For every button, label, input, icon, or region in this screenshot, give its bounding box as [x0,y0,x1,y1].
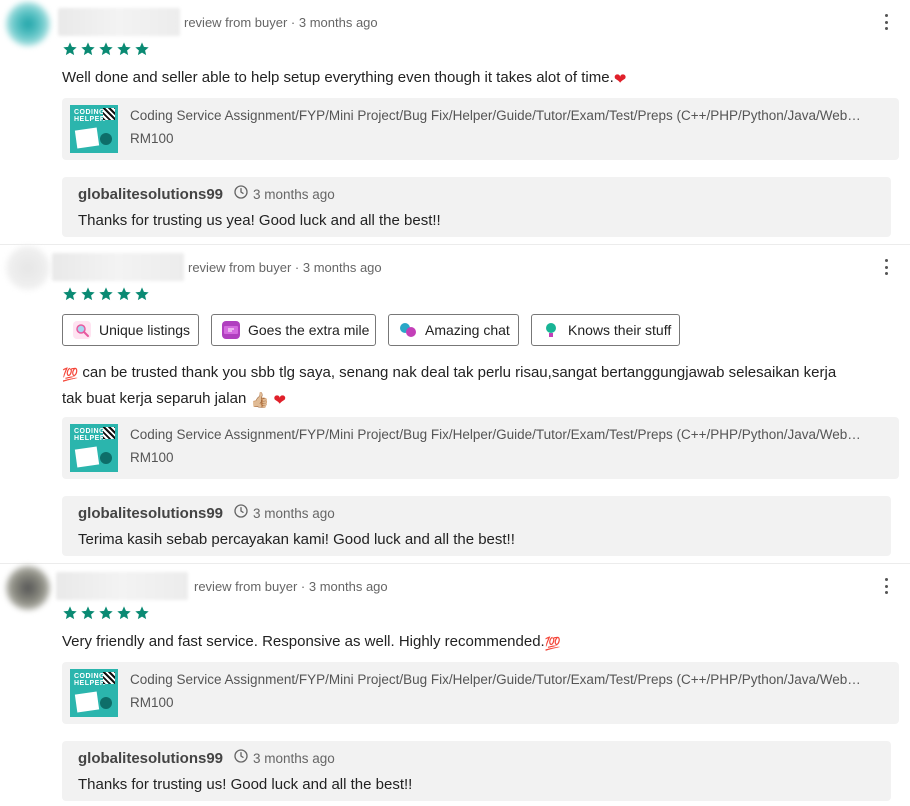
product-card[interactable]: CODING HELPER Coding Service Assignment/… [62,98,899,160]
seller-name[interactable]: globalitesolutions99 [78,505,223,522]
product-card[interactable]: CODING HELPER Coding Service Assignment/… [62,417,899,479]
star-rating [62,605,150,621]
hundred-emoji: 💯 [544,636,561,651]
star-icon [135,606,149,620]
review-meta: review from buyer · 3 months ago [184,15,378,30]
seller-reply: globalitesolutions99 3 months ago Terima… [62,496,891,556]
ticket-icon [222,321,240,339]
clock-icon [234,185,248,199]
tag-goes-the-extra-mile: Goes the extra mile [211,314,376,346]
reply-time: 3 months ago [253,751,335,766]
lightbulb-icon [542,321,560,339]
magnifier-icon [73,321,91,339]
star-rating [62,286,150,302]
star-icon [81,606,95,620]
avatar [6,2,50,46]
product-price: RM100 [130,450,174,465]
product-card[interactable]: CODING HELPER Coding Service Assignment/… [62,662,899,724]
review-text: Very friendly and fast service. Responsi… [62,630,892,656]
thumbnail-text: CODING HELPER [74,428,106,442]
product-title[interactable]: Coding Service Assignment/FYP/Mini Proje… [130,672,885,687]
more-vertical-icon[interactable] [878,576,894,596]
avatar [6,246,50,290]
heart-emoji: ❤ [613,71,627,88]
product-price: RM100 [130,131,174,146]
star-icon [81,287,95,301]
reply-text: Terima kasih sebab percayakan kami! Good… [78,531,515,548]
product-thumbnail: CODING HELPER [70,105,118,153]
star-rating [62,41,150,57]
review-text: Well done and seller able to help setup … [62,66,892,92]
star-icon [63,42,77,56]
more-vertical-icon[interactable] [878,257,894,277]
seller-name[interactable]: globalitesolutions99 [78,750,223,767]
tag-unique-listings: Unique listings [62,314,199,346]
avatar [6,566,50,610]
reply-time: 3 months ago [253,506,335,521]
reviewer-name-blurred [56,572,188,600]
product-price: RM100 [130,695,174,710]
divider [0,563,910,564]
clock-icon [234,504,248,518]
chat-icon [399,321,417,339]
star-icon [135,42,149,56]
reviewer-name-blurred [58,8,180,36]
tag-knows-their-stuff: Knows their stuff [531,314,680,346]
star-icon [135,287,149,301]
thumbnail-text: CODING HELPER [74,109,106,123]
reply-text: Thanks for trusting us yea! Good luck an… [78,212,441,229]
reply-text: Thanks for trusting us! Good luck and al… [78,776,413,793]
reviewer-name-blurred [52,253,184,281]
star-icon [99,287,113,301]
star-icon [117,42,131,56]
seller-reply: globalitesolutions99 3 months ago Thanks… [62,741,891,801]
product-thumbnail: CODING HELPER [70,424,118,472]
star-icon [117,606,131,620]
thumbnail-text: CODING HELPER [74,673,106,687]
seller-name[interactable]: globalitesolutions99 [78,186,223,203]
product-title[interactable]: Coding Service Assignment/FYP/Mini Proje… [130,108,885,123]
more-vertical-icon[interactable] [878,12,894,32]
review-text: 💯 can be trusted thank you sbb tlg saya,… [62,361,892,413]
tag-amazing-chat: Amazing chat [388,314,519,346]
divider [0,244,910,245]
clock-icon [234,749,248,763]
star-icon [81,42,95,56]
product-title[interactable]: Coding Service Assignment/FYP/Mini Proje… [130,427,885,442]
star-icon [99,42,113,56]
thumbs-up-heart-emoji: 👍🏼 ❤ [250,392,286,409]
seller-reply: globalitesolutions99 3 months ago Thanks… [62,177,891,237]
product-thumbnail: CODING HELPER [70,669,118,717]
star-icon [63,287,77,301]
star-icon [63,606,77,620]
star-icon [99,606,113,620]
review-meta: review from buyer · 3 months ago [194,579,388,594]
hundred-emoji: 💯 [62,367,79,382]
review-meta: review from buyer · 3 months ago [188,260,382,275]
star-icon [117,287,131,301]
reply-time: 3 months ago [253,187,335,202]
